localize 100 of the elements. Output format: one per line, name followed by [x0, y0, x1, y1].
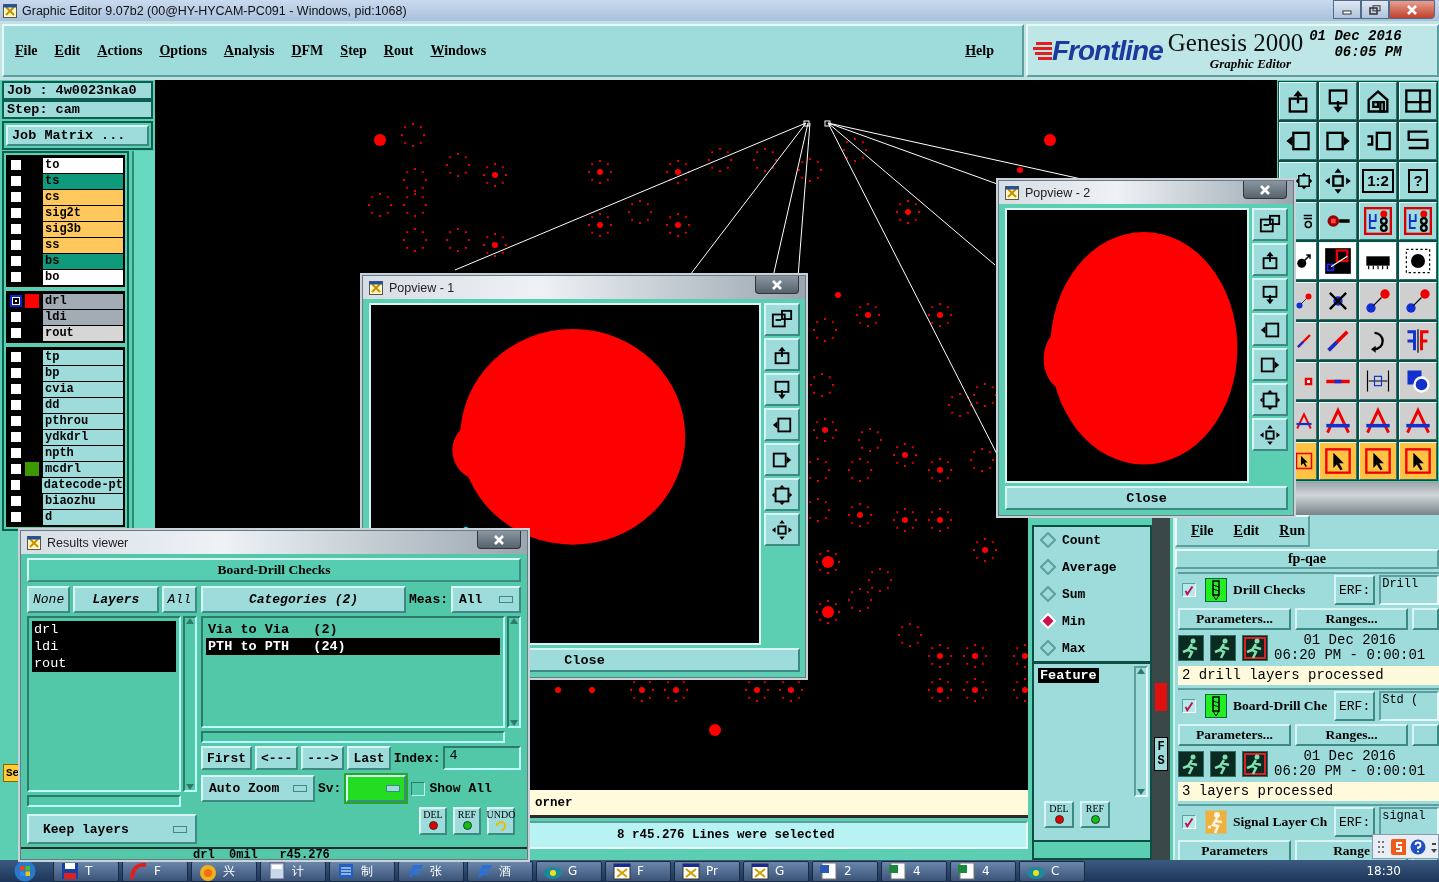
- keep-layers-dropdown[interactable]: Keep layers: [27, 814, 197, 844]
- radio-button[interactable]: Count: [1040, 531, 1144, 549]
- list-item[interactable]: drl: [32, 621, 176, 638]
- erf-button[interactable]: ERF:: [1334, 691, 1376, 721]
- radio-button[interactable]: Average: [1040, 558, 1144, 576]
- index-field[interactable]: 4: [443, 746, 521, 770]
- categories-button[interactable]: Categories (2): [201, 586, 406, 613]
- menu-item[interactable]: Edit: [1233, 523, 1260, 539]
- menu-item[interactable]: Run: [1279, 523, 1305, 539]
- layer-name[interactable]: d: [43, 509, 123, 525]
- taskbar-button[interactable]: 4: [881, 860, 947, 882]
- nav-button[interactable]: <---: [255, 746, 299, 770]
- zoom-dropdown[interactable]: Auto Zoom: [201, 775, 315, 802]
- layer-name[interactable]: bo: [43, 269, 123, 285]
- job-matrix-button[interactable]: Job Matrix ...: [6, 125, 149, 146]
- taskbar-button[interactable]: F: [605, 860, 671, 882]
- taskbar-button[interactable]: F: [122, 860, 188, 882]
- window-title: Results viewer: [47, 535, 129, 550]
- layer-name[interactable]: ss: [43, 237, 123, 253]
- clock-text: 18:30: [1366, 864, 1401, 878]
- taskbar-button[interactable]: G: [743, 860, 809, 882]
- nav-button[interactable]: --->: [301, 746, 345, 770]
- parameters-button[interactable]: Parameters: [1178, 840, 1291, 860]
- layer-name[interactable]: rout: [43, 325, 123, 341]
- radio-button[interactable]: Sum: [1040, 585, 1144, 603]
- erf-field[interactable]: Drill: [1379, 575, 1439, 605]
- menu-item[interactable]: Help: [965, 42, 994, 59]
- undo-button[interactable]: UNDO: [487, 807, 515, 835]
- filter-button[interactable]: All: [161, 586, 197, 613]
- taskbar-button[interactable]: C: [1019, 860, 1085, 882]
- tool-button[interactable]: 1:2: [1358, 161, 1398, 201]
- taskbar-button[interactable]: 计: [260, 860, 326, 882]
- layer-name[interactable]: drl: [43, 293, 123, 309]
- list-item[interactable]: ldi: [32, 638, 176, 655]
- layers-button[interactable]: Layers: [73, 586, 159, 613]
- panel-header: Board-Drill Checks: [27, 558, 521, 582]
- tool-button[interactable]: ?: [1398, 161, 1438, 201]
- layer-name[interactable]: sig2t: [43, 205, 123, 221]
- erf-button[interactable]: ERF:: [1334, 807, 1376, 837]
- menu-item[interactable]: File: [15, 42, 38, 59]
- menu-item[interactable]: Step: [340, 42, 367, 59]
- layer-name[interactable]: npth: [43, 445, 123, 461]
- layer-name[interactable]: mcdrl: [43, 461, 123, 477]
- taskbar-button[interactable]: 酒: [467, 860, 533, 882]
- ref-button[interactable]: REF: [453, 807, 481, 835]
- taskbar-button[interactable]: G: [536, 860, 602, 882]
- taskbar-button[interactable]: T: [53, 860, 119, 882]
- layer-name[interactable]: tp: [43, 349, 123, 365]
- ref-button[interactable]: REF: [1080, 801, 1110, 828]
- menu-item[interactable]: File: [1191, 523, 1214, 539]
- list-item[interactable]: Via to Via (2): [206, 621, 500, 638]
- parameters-button[interactable]: Parameters...: [1178, 608, 1291, 630]
- parameters-button[interactable]: Parameters...: [1178, 724, 1291, 746]
- menu-item[interactable]: Actions: [97, 42, 143, 59]
- layer-name[interactable]: cvia: [43, 381, 123, 397]
- nav-button[interactable]: First: [201, 746, 252, 770]
- layer-name[interactable]: ldi: [43, 309, 123, 325]
- taskbar-button[interactable]: 4: [950, 860, 1016, 882]
- taskbar-button[interactable]: 张: [398, 860, 464, 882]
- taskbar-button[interactable]: 2: [812, 860, 878, 882]
- layer-name[interactable]: datecode-pt: [41, 477, 123, 493]
- layer-name[interactable]: biaozhu: [43, 493, 123, 509]
- layer-name[interactable]: pthrou: [43, 413, 123, 429]
- menu-item[interactable]: Windows: [430, 42, 487, 59]
- show-all-checkbox[interactable]: Show All: [411, 781, 492, 796]
- layer-name[interactable]: ts: [43, 173, 123, 189]
- nav-button[interactable]: Last: [347, 746, 391, 770]
- menu-item[interactable]: Rout: [383, 42, 414, 59]
- taskbar-button[interactable]: 制: [329, 860, 395, 882]
- del-button[interactable]: DEL: [419, 807, 447, 835]
- prompt-text: orner: [535, 796, 573, 810]
- menu-item[interactable]: DFM: [291, 42, 324, 59]
- list-item[interactable]: rout: [32, 655, 176, 672]
- status-text: drl 0mil r45.276: [21, 847, 527, 859]
- taskbar-button[interactable]: Pr: [674, 860, 740, 882]
- meas-label: Meas:: [409, 592, 448, 607]
- logo-text: Frontline: [1052, 34, 1163, 67]
- layer-name[interactable]: bp: [43, 365, 123, 381]
- list-item[interactable]: Feature: [1038, 668, 1099, 683]
- taskbar-button[interactable]: 兴: [191, 860, 257, 882]
- radio-button[interactable]: Max: [1040, 639, 1144, 657]
- list-item[interactable]: PTH to PTH (24): [206, 638, 500, 655]
- del-button[interactable]: DEL: [1044, 801, 1074, 828]
- erf-field[interactable]: Std (: [1379, 691, 1439, 721]
- close-button[interactable]: Close: [1005, 486, 1288, 510]
- filter-button[interactable]: None: [27, 586, 71, 613]
- layer-name[interactable]: bs: [43, 253, 123, 269]
- layer-name[interactable]: ydkdrl: [43, 429, 123, 445]
- menu-item[interactable]: Edit: [54, 42, 81, 59]
- menu-item[interactable]: Options: [159, 42, 207, 59]
- layer-name[interactable]: cs: [43, 189, 123, 205]
- erf-button[interactable]: ERF:: [1334, 575, 1376, 605]
- ranges-button[interactable]: Ranges...: [1295, 608, 1408, 630]
- menu-item[interactable]: Analysis: [223, 42, 275, 59]
- meas-dropdown[interactable]: All: [451, 586, 521, 613]
- layer-name[interactable]: to: [43, 157, 123, 173]
- layer-name[interactable]: dd: [43, 397, 123, 413]
- radio-button[interactable]: Min: [1040, 612, 1144, 630]
- ranges-button[interactable]: Ranges...: [1295, 724, 1408, 746]
- layer-name[interactable]: sig3b: [43, 221, 123, 237]
